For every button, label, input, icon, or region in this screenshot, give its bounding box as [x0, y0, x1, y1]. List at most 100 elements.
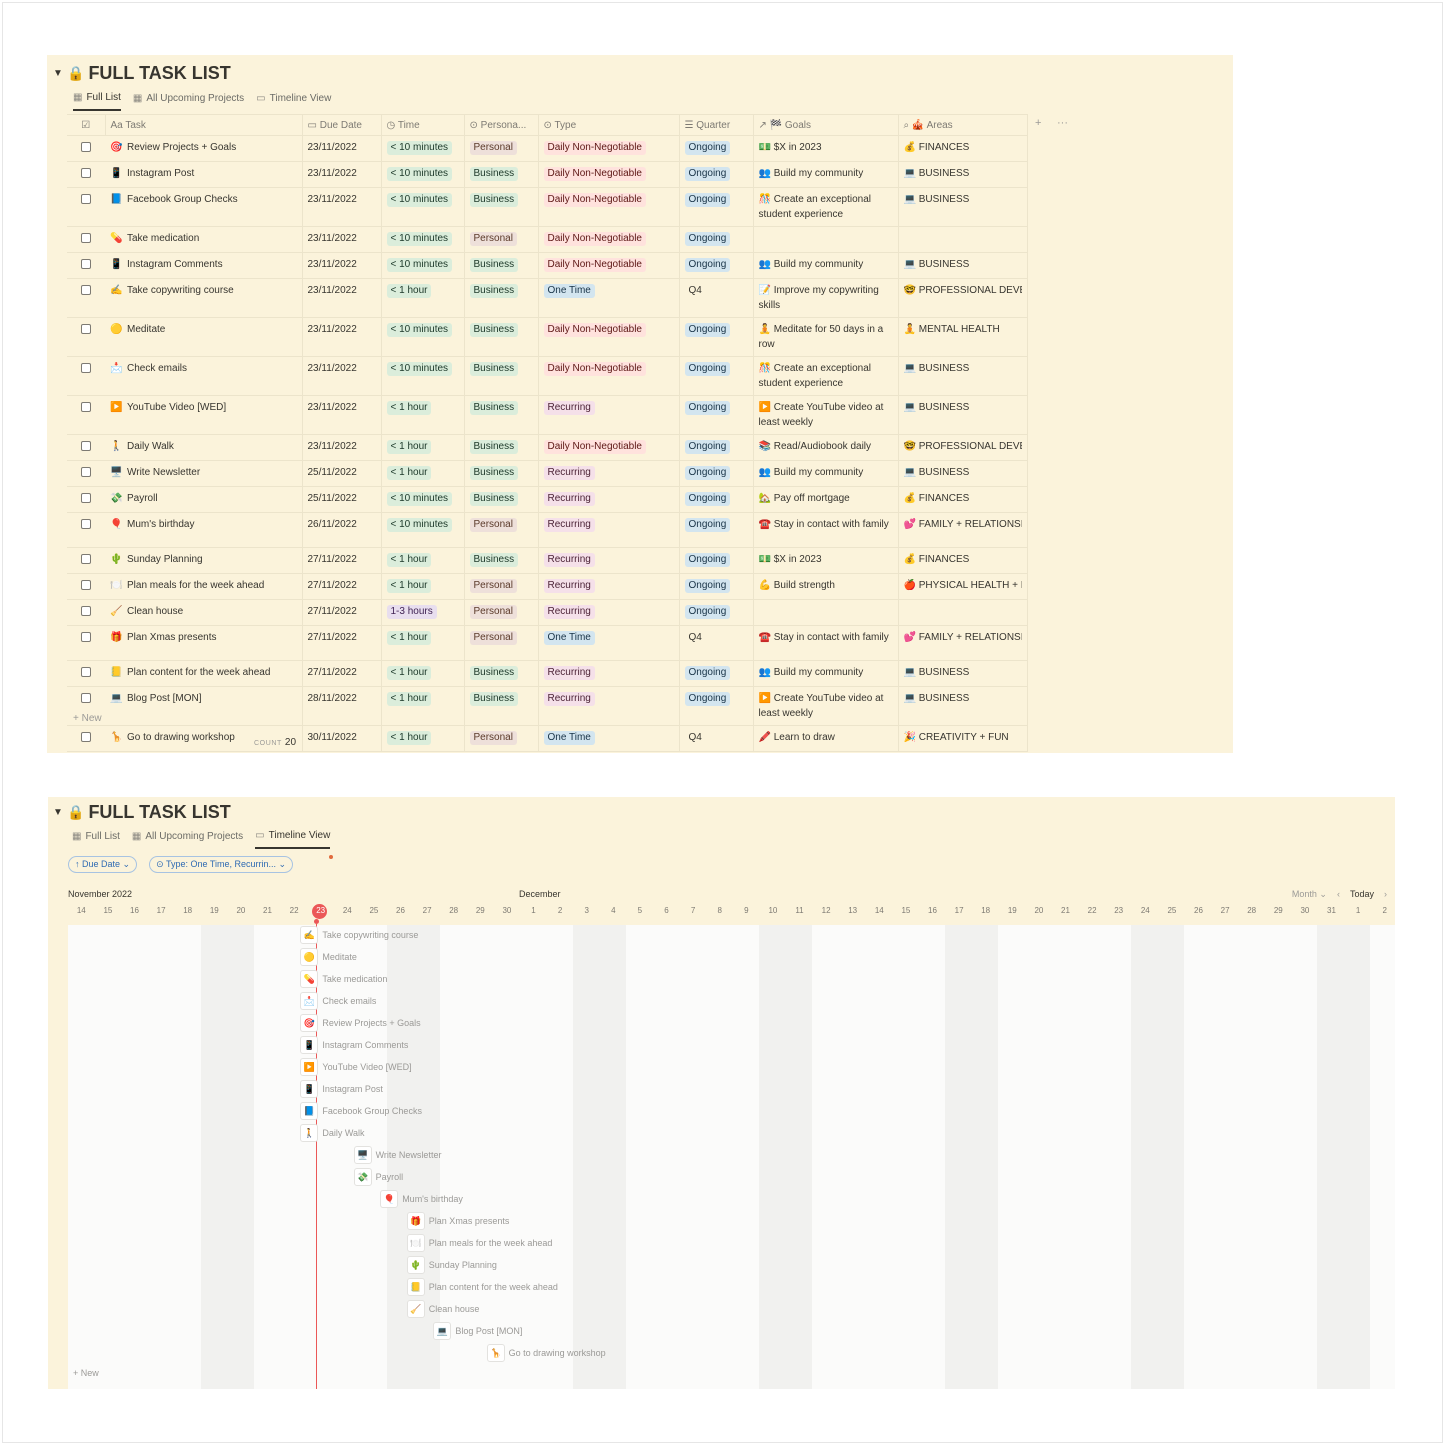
goals-cell[interactable]: 🏡 Pay off mortgage: [753, 486, 899, 513]
column-header-type[interactable]: ⊙ Type: [538, 114, 680, 136]
goals-cell[interactable]: 💪 Build strength: [753, 573, 899, 600]
personal-cell[interactable]: Business: [464, 252, 539, 279]
task-cell[interactable]: 📱 Instagram Post: [105, 161, 303, 188]
type-cell[interactable]: Daily Non-Negotiable: [538, 135, 680, 162]
area-link[interactable]: BUSINESS: [919, 693, 970, 704]
task-cell[interactable]: 🎈 Mum's birthday: [105, 512, 303, 548]
row-checkbox-cell[interactable]: [67, 660, 105, 687]
column-header-task[interactable]: Aa Task: [105, 114, 303, 136]
areas-cell[interactable]: 💻 BUSINESS: [898, 187, 1028, 227]
table-row[interactable]: 🌵 Sunday Planning 27/11/2022 < 1 hour Bus…: [67, 547, 1028, 574]
task-cell[interactable]: 📘 Facebook Group Checks: [105, 187, 303, 227]
goals-cell[interactable]: [753, 599, 899, 626]
row-checkbox[interactable]: [81, 363, 91, 373]
column-header-time[interactable]: ◷ Time: [381, 114, 465, 136]
task-name[interactable]: Review Projects + Goals: [127, 140, 236, 155]
row-checkbox-cell[interactable]: [67, 278, 105, 318]
type-cell[interactable]: Recurring: [538, 599, 680, 626]
timeline-item[interactable]: 🎯 Review Projects + Goals: [300, 1014, 421, 1032]
time-cell[interactable]: < 1 hour: [381, 460, 465, 487]
task-name[interactable]: Plan Xmas presents: [127, 630, 217, 645]
area-link[interactable]: FINANCES: [919, 493, 970, 504]
row-checkbox[interactable]: [81, 493, 91, 503]
task-cell[interactable]: 🖥️ Write Newsletter: [105, 460, 303, 487]
timeline-item[interactable]: 💊 Take medication: [300, 970, 387, 988]
time-cell[interactable]: < 1 hour: [381, 278, 465, 318]
timeline-item[interactable]: 🍽️ Plan meals for the week ahead: [406, 1234, 552, 1252]
row-checkbox[interactable]: [81, 632, 91, 642]
goals-cell[interactable]: ☎️ Stay in contact with family: [753, 512, 899, 548]
areas-cell[interactable]: [898, 226, 1028, 253]
task-cell[interactable]: 🎁 Plan Xmas presents: [105, 625, 303, 661]
row-checkbox[interactable]: [81, 233, 91, 243]
goal-link[interactable]: Build strength: [774, 580, 835, 591]
timeline-item[interactable]: ✍️ Take copywriting course: [300, 926, 418, 944]
time-cell[interactable]: < 10 minutes: [381, 356, 465, 396]
task-name[interactable]: Sunday Planning: [127, 552, 203, 567]
type-cell[interactable]: Daily Non-Negotiable: [538, 434, 680, 461]
task-name[interactable]: Write Newsletter: [127, 465, 200, 480]
row-checkbox[interactable]: [81, 324, 91, 334]
type-cell[interactable]: Recurring: [538, 512, 680, 548]
goal-link[interactable]: Pay off mortgage: [774, 493, 850, 504]
goal-link[interactable]: Build my community: [774, 667, 863, 678]
area-link[interactable]: BUSINESS: [919, 168, 970, 179]
task-name[interactable]: Check emails: [127, 361, 187, 376]
due-date-cell[interactable]: 25/11/2022: [302, 486, 382, 513]
task-name[interactable]: Take medication: [127, 231, 199, 246]
row-checkbox-cell[interactable]: [67, 135, 105, 162]
goals-cell[interactable]: 💵 $X in 2023: [753, 135, 899, 162]
row-checkbox-cell[interactable]: [67, 625, 105, 661]
table-row[interactable]: 🎁 Plan Xmas presents 27/11/2022 < 1 hour …: [67, 625, 1028, 661]
personal-cell[interactable]: Personal: [464, 135, 539, 162]
due-date-cell[interactable]: 30/11/2022: [302, 725, 382, 752]
time-cell[interactable]: < 10 minutes: [381, 226, 465, 253]
timeline-item[interactable]: 🌵 Sunday Planning: [406, 1256, 497, 1274]
table-row[interactable]: 🍽️ Plan meals for the week ahead 27/11/20…: [67, 573, 1028, 600]
type-cell[interactable]: One Time: [538, 625, 680, 661]
type-filter-pill[interactable]: ⊙ Type: One Time, Recurrin... ⌄: [149, 856, 294, 873]
due-date-cell[interactable]: 23/11/2022: [302, 252, 382, 279]
row-checkbox-cell[interactable]: [67, 161, 105, 188]
row-checkbox-cell[interactable]: [67, 599, 105, 626]
table-row[interactable]: ▶️ YouTube Video [WED] 23/11/2022 < 1 hou…: [67, 395, 1028, 435]
due-date-cell[interactable]: 23/11/2022: [302, 395, 382, 435]
task-name[interactable]: Mum's birthday: [127, 517, 195, 532]
table-row[interactable]: 🟡 Meditate 23/11/2022 < 10 minutes Busine…: [67, 317, 1028, 357]
timeline-item[interactable]: 📘 Facebook Group Checks: [300, 1102, 422, 1120]
personal-cell[interactable]: Personal: [464, 599, 539, 626]
personal-cell[interactable]: Personal: [464, 226, 539, 253]
goals-cell[interactable]: 🧘 Meditate for 50 days in a row: [753, 317, 899, 357]
personal-cell[interactable]: Personal: [464, 725, 539, 752]
type-cell[interactable]: Daily Non-Negotiable: [538, 356, 680, 396]
task-cell[interactable]: 📩 Check emails: [105, 356, 303, 396]
table-row[interactable]: 🎯 Review Projects + Goals 23/11/2022 < 10…: [67, 135, 1028, 162]
task-cell[interactable]: 🎯 Review Projects + Goals: [105, 135, 303, 162]
personal-cell[interactable]: Business: [464, 486, 539, 513]
area-link[interactable]: BUSINESS: [919, 667, 970, 678]
timeline-item[interactable]: 🖥️ Write Newsletter: [353, 1146, 441, 1164]
personal-cell[interactable]: Business: [464, 317, 539, 357]
time-cell[interactable]: < 1 hour: [381, 625, 465, 661]
quarter-cell[interactable]: Ongoing: [679, 317, 754, 357]
row-checkbox[interactable]: [81, 732, 91, 742]
goals-cell[interactable]: ▶️ Create YouTube video at least weekly: [753, 686, 899, 726]
due-date-cell[interactable]: 23/11/2022: [302, 161, 382, 188]
timeline-item[interactable]: 💻 Blog Post [MON]: [433, 1322, 522, 1340]
row-checkbox[interactable]: [81, 519, 91, 529]
row-checkbox[interactable]: [81, 402, 91, 412]
areas-cell[interactable]: 💻 BUSINESS: [898, 161, 1028, 188]
quarter-cell[interactable]: Ongoing: [679, 547, 754, 574]
sort-due-date-pill[interactable]: ↑ Due Date ⌄: [68, 856, 138, 873]
timeline-item[interactable]: 🎁 Plan Xmas presents: [406, 1212, 509, 1230]
row-checkbox[interactable]: [81, 285, 91, 295]
areas-cell[interactable]: 💻 BUSINESS: [898, 686, 1028, 726]
goals-cell[interactable]: 📝 Improve my copywriting skills: [753, 278, 899, 318]
row-checkbox-cell[interactable]: [67, 512, 105, 548]
due-date-cell[interactable]: 23/11/2022: [302, 187, 382, 227]
goal-link[interactable]: Build my community: [774, 168, 863, 179]
due-date-cell[interactable]: 28/11/2022: [302, 686, 382, 726]
type-cell[interactable]: Recurring: [538, 460, 680, 487]
type-cell[interactable]: Recurring: [538, 547, 680, 574]
collapse-caret-icon[interactable]: ▼: [53, 68, 67, 79]
